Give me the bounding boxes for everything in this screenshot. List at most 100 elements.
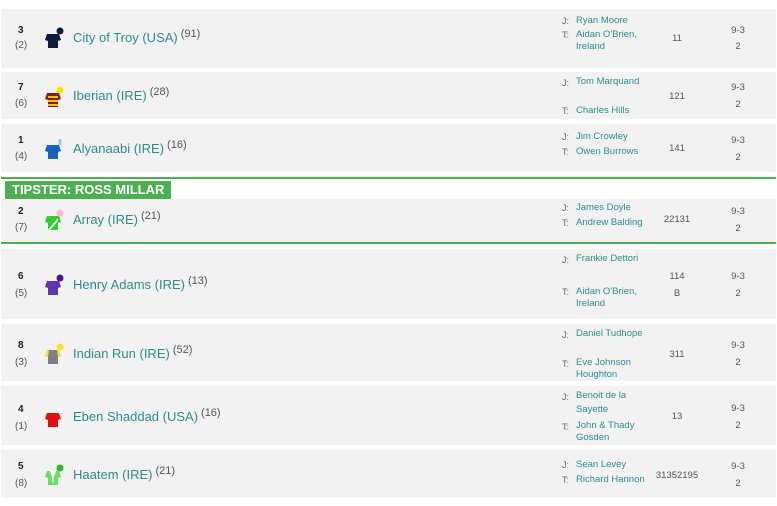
runner-draw: (2): [15, 40, 28, 51]
jockey-link[interactable]: Frankie Dettori: [576, 252, 646, 266]
jockey-prefix: J:: [562, 78, 570, 88]
runner-draw: (1): [15, 421, 28, 432]
jockey-link[interactable]: Tom Marquand: [576, 76, 646, 88]
horse-name-link[interactable]: City of Troy (USA) (91): [73, 28, 201, 45]
runner-weight: 9-3: [731, 135, 745, 146]
runner-rating: (52): [172, 344, 193, 356]
runner-row: 6 (5) Henry Adams (IRE) (13) J: Frankie D…: [1, 249, 776, 319]
jockey-silks-icon: [41, 273, 65, 297]
runner-number: 8: [18, 340, 24, 351]
runner-rating: (28): [149, 86, 170, 98]
horse-name[interactable]: Iberian (IRE): [73, 88, 147, 103]
runner-row-tipped: 2 (7) Array (IRE) (21) J: James Doyle T: …: [1, 199, 776, 242]
runner-draw: (7): [15, 222, 28, 233]
runner-number: 2: [18, 206, 24, 217]
runner-rating: (21): [155, 465, 176, 477]
trainer-link[interactable]: Owen Burrows: [576, 146, 646, 158]
runner-rating: (13): [187, 275, 208, 287]
horse-name-link[interactable]: Haatem (IRE) (21): [73, 465, 176, 482]
horse-name[interactable]: Haatem (IRE): [73, 467, 152, 482]
jockey-link[interactable]: Jim Crowley: [576, 131, 646, 143]
runner-form: 31352195: [655, 470, 699, 481]
runner-weight: 9-3: [731, 461, 745, 472]
runner-row: 1 (4) Alyanaabi (IRE) (16) J: Jim Crowley…: [1, 124, 776, 172]
horse-name[interactable]: City of Troy (USA): [73, 30, 178, 45]
runner-or: 2: [735, 223, 741, 234]
runner-weight: 9-3: [731, 82, 745, 93]
horse-name[interactable]: Eben Shaddad (USA): [73, 409, 198, 424]
trainer-prefix: T:: [562, 359, 570, 369]
jockey-link[interactable]: Ryan Moore: [576, 15, 646, 27]
jockey-prefix: J:: [562, 132, 570, 142]
trainer-link[interactable]: Andrew Balding: [576, 217, 646, 229]
trainer-link[interactable]: Charles Hills: [576, 105, 646, 117]
trainer-link[interactable]: Aidan O'Brien, Ireland: [576, 29, 646, 52]
tipster-top-border: [1, 177, 776, 179]
runner-or: 2: [735, 152, 741, 163]
runner-row: 8 (3) Indian Run (IRE) (52) J: Daniel Tud…: [1, 324, 776, 381]
horse-name[interactable]: Array (IRE): [73, 212, 138, 227]
runner-weight: 9-3: [731, 25, 745, 36]
trainer-link[interactable]: Eve Johnson Houghton: [576, 357, 646, 380]
jockey-prefix: J:: [562, 330, 570, 340]
horse-name-link[interactable]: Alyanaabi (IRE) (16): [73, 139, 187, 156]
horse-name-link[interactable]: Array (IRE) (21): [73, 210, 161, 227]
jockey-silks-icon: [41, 405, 65, 429]
runner-rating: (21): [141, 210, 161, 222]
runner-form: 11: [672, 33, 682, 44]
horse-name-link[interactable]: Iberian (IRE) (28): [73, 86, 170, 103]
trainer-prefix: T:: [562, 30, 570, 40]
jockey-link[interactable]: Daniel Tudhope: [576, 327, 646, 341]
horse-name[interactable]: Alyanaabi (IRE): [73, 141, 164, 156]
jockey-silks-icon: [41, 26, 65, 50]
jockey-prefix: J:: [562, 255, 570, 265]
runner-number: 1: [18, 135, 24, 146]
runner-weight: 9-3: [731, 340, 745, 351]
horse-name[interactable]: Indian Run (IRE): [73, 346, 170, 361]
runner-or: 2: [735, 357, 741, 368]
jockey-silks-icon: [41, 208, 65, 232]
horse-name-link[interactable]: Indian Run (IRE) (52): [73, 344, 193, 361]
trainer-link[interactable]: John & Thady Gosden: [576, 420, 646, 443]
jockey-prefix: J:: [562, 203, 570, 213]
runner-or: 2: [735, 99, 741, 110]
trainer-prefix: T:: [562, 147, 570, 157]
trainer-link[interactable]: Aidan O'Brien, Ireland: [576, 286, 646, 309]
runner-number: 5: [18, 461, 24, 472]
trainer-prefix: T:: [562, 106, 570, 116]
horse-name-link[interactable]: Eben Shaddad (USA) (16): [73, 407, 221, 424]
runner-or: 2: [735, 288, 741, 299]
trainer-prefix: T:: [562, 287, 570, 297]
runner-form: 141: [669, 143, 685, 154]
trainer-link[interactable]: Richard Hannon: [576, 474, 646, 486]
runner-form: 22131: [663, 214, 691, 225]
runner-rating: (16): [201, 407, 221, 419]
runner-form: 311: [669, 349, 685, 360]
jockey-link[interactable]: Benoit de la Sayette: [576, 389, 646, 417]
horse-name[interactable]: Henry Adams (IRE): [73, 277, 185, 292]
runner-number: 4: [18, 404, 24, 415]
runner-row: 5 (8) Haatem (IRE) (21) J: Sean Levey T: …: [1, 450, 776, 498]
runner-headgear: B: [673, 288, 681, 299]
runner-draw: (6): [15, 98, 28, 109]
runner-or: 2: [735, 420, 741, 431]
runner-draw: (5): [15, 288, 28, 299]
runner-number: 3: [18, 25, 24, 36]
trainer-prefix: T:: [562, 422, 570, 432]
jockey-link[interactable]: James Doyle: [576, 202, 646, 214]
runner-draw: (8): [15, 478, 28, 489]
trainer-prefix: T:: [562, 218, 570, 228]
runner-draw: (3): [15, 357, 28, 368]
runner-form: 114: [669, 271, 685, 282]
runner-rating: (91): [180, 28, 201, 40]
runner-or: 2: [735, 478, 741, 489]
jockey-prefix: J:: [562, 16, 570, 26]
runner-number: 6: [18, 271, 24, 282]
horse-name-link[interactable]: Henry Adams (IRE) (13): [73, 275, 208, 292]
runner-weight: 9-3: [731, 206, 745, 217]
runner-number: 7: [18, 82, 24, 93]
jockey-silks-icon: [41, 342, 65, 366]
runner-draw: (4): [15, 151, 28, 162]
jockey-link[interactable]: Sean Levey: [576, 459, 646, 471]
jockey-silks-icon: [41, 137, 65, 161]
